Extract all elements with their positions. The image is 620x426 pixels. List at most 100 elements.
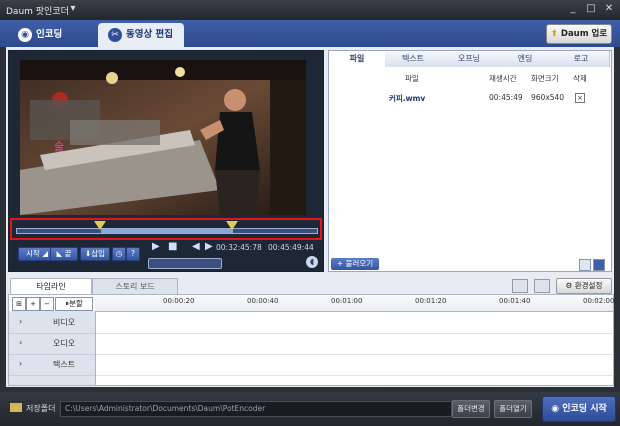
expand-track-icon[interactable]: ›: [19, 317, 22, 326]
tab-storyboard[interactable]: 스토리 보드: [92, 278, 178, 295]
play-icon[interactable]: ▶: [152, 241, 160, 252]
open-folder-button[interactable]: 폴더열기: [494, 400, 532, 418]
file-tab-4[interactable]: 로고: [553, 51, 610, 67]
track-label: 비디오: [53, 318, 76, 327]
set-end-label: 끝: [64, 249, 72, 258]
track-header[interactable]: › 텍스트: [9, 355, 95, 376]
file-tab-1[interactable]: 텍스트: [385, 51, 442, 67]
svg-text:술: 술: [54, 140, 64, 153]
timeline-tick-label: 00:00:40: [247, 297, 279, 305]
encode-icon: ◉: [551, 404, 560, 414]
change-folder-button[interactable]: 폴더변경: [452, 400, 490, 418]
end-marker-icon: ◣: [56, 249, 63, 258]
volume-icon[interactable]: ◖: [306, 256, 318, 268]
timeline-tick-label: 00:01:40: [499, 297, 531, 305]
seek-bar[interactable]: [16, 228, 318, 234]
gear-icon: ⚙: [565, 281, 573, 290]
folder-icon[interactable]: [512, 279, 528, 293]
file-column-header: 재생시간: [489, 74, 517, 83]
set-start-label: 시작: [26, 249, 40, 258]
tab-video-edit[interactable]: ✂ 동영상 편집: [98, 23, 184, 47]
file-column-header: 파일: [405, 74, 419, 83]
title-menu-arrow-icon[interactable]: ▾: [66, 3, 80, 15]
file-column-header: 화면크기: [531, 74, 559, 83]
set-end-button[interactable]: ◣ 끝: [50, 247, 78, 261]
track-headers: › 비디오 › 오디오 › 텍스트: [9, 311, 96, 385]
upload-arrow-icon: ⬆: [550, 29, 558, 39]
close-icon[interactable]: ✕: [602, 3, 616, 15]
help-button[interactable]: ?: [126, 247, 140, 261]
folder-icon: [10, 403, 22, 412]
file-size: 960x540: [531, 93, 565, 102]
tab-encode-label: 인코딩: [36, 29, 63, 40]
timeline-tick-label: 00:00:20: [163, 297, 195, 305]
settings-button[interactable]: ⚙ 환경설정: [556, 278, 612, 294]
video-frame-image: 술: [20, 60, 306, 215]
trim-end-marker[interactable]: [226, 221, 238, 230]
split-label: 분할: [68, 299, 83, 308]
expand-track-icon[interactable]: ›: [19, 338, 22, 347]
clock-icon: ◷: [115, 249, 123, 258]
save-folder-label: 저장폴더: [26, 404, 56, 413]
track-row[interactable]: [96, 355, 613, 376]
daum-upload-button[interactable]: ⬆ Daum 업로드: [546, 24, 612, 57]
list-view-icon[interactable]: [593, 259, 605, 271]
help-icon: ?: [131, 249, 135, 258]
insert-button[interactable]: ⬇삽입: [80, 247, 110, 261]
tab-video-edit-label: 동영상 편집: [126, 29, 174, 40]
next-frame-icon[interactable]: ▶: [205, 241, 213, 252]
encode-icon: ◉: [18, 27, 32, 42]
save-folder-path[interactable]: C:\Users\Administrator\Documents\Daum\Po…: [60, 401, 452, 417]
file-tab-3[interactable]: 엔딩: [497, 51, 554, 67]
grid-view-icon[interactable]: [579, 259, 591, 271]
zoom-out-icon[interactable]: −: [40, 297, 54, 311]
main-tab-bar: ◉ 인코딩 ✂ 동영상 편집 ⬆ Daum 업로드: [0, 20, 620, 57]
track-header[interactable]: › 비디오: [9, 313, 95, 334]
zoom-in-icon[interactable]: +: [26, 297, 40, 311]
scissors-icon: ✂: [108, 27, 122, 42]
fit-icon[interactable]: ⊞: [12, 297, 26, 311]
import-label: 불러오기: [345, 259, 374, 268]
clock-button[interactable]: ◷: [112, 247, 126, 261]
tab-encode[interactable]: ◉ 인코딩: [8, 23, 92, 47]
file-name[interactable]: 커피.wmv: [389, 93, 425, 104]
track-label: 오디오: [53, 339, 76, 348]
import-button[interactable]: + 불러오기: [331, 258, 379, 270]
track-row[interactable]: [96, 313, 613, 334]
file-duration: 00:45:49: [489, 93, 523, 102]
file-tab-0[interactable]: 파일: [329, 51, 386, 67]
timeline-tick-label: 00:01:00: [331, 297, 363, 305]
file-column-header: 삭제: [573, 74, 587, 83]
trim-seek-bar-highlight: [10, 218, 322, 240]
playback-speed-slider[interactable]: [148, 258, 222, 269]
track-label: 텍스트: [53, 360, 76, 369]
trim-start-marker[interactable]: [94, 221, 106, 230]
delete-file-button[interactable]: ×: [575, 93, 585, 103]
file-tab-2[interactable]: 오프닝: [441, 51, 498, 67]
maximize-icon[interactable]: □: [584, 3, 598, 15]
timeline-panel: ⊞ + − ⏸분할 00:00:0000:00:2000:00:4000:01:…: [8, 294, 614, 386]
tab-timeline[interactable]: 타임라인: [10, 278, 92, 295]
previous-frame-icon[interactable]: ◀: [192, 241, 200, 252]
start-marker-icon: ◢: [42, 249, 48, 258]
insert-label: 삽입: [91, 249, 106, 258]
stop-icon[interactable]: ■: [168, 241, 177, 252]
expand-track-icon[interactable]: ›: [19, 359, 22, 368]
track-header[interactable]: › 오디오: [9, 334, 95, 355]
file-panel: 파일 텍스트 오프닝 엔딩 로고 파일 재생시간 화면크기 삭제 커피.wmv 00:45:4…: [328, 50, 612, 272]
track-row[interactable]: [96, 334, 613, 355]
minimize-icon[interactable]: _: [566, 3, 580, 15]
app-title[interactable]: Daum 팟인코더: [6, 4, 69, 17]
title-bar: Daum 팟인코더 ▾ _ □ ✕: [0, 0, 620, 20]
timeline-tick-label: 00:02:00: [583, 297, 615, 305]
video-preview: 술: [20, 60, 306, 215]
start-encoding-button[interactable]: ◉ 인코딩 시작: [542, 396, 616, 422]
total-time: 00:45:49:44: [268, 243, 314, 252]
trim-range-fill: [101, 229, 233, 233]
split-button[interactable]: ⏸분할: [55, 297, 93, 311]
save-icon[interactable]: [534, 279, 550, 293]
current-time: 00:32:45:78: [216, 243, 262, 252]
settings-label: 환경설정: [574, 281, 603, 290]
start-encoding-label: 인코딩 시작: [562, 404, 607, 414]
timeline-ruler[interactable]: 00:00:0000:00:2000:00:4000:01:0000:01:20…: [95, 295, 615, 312]
